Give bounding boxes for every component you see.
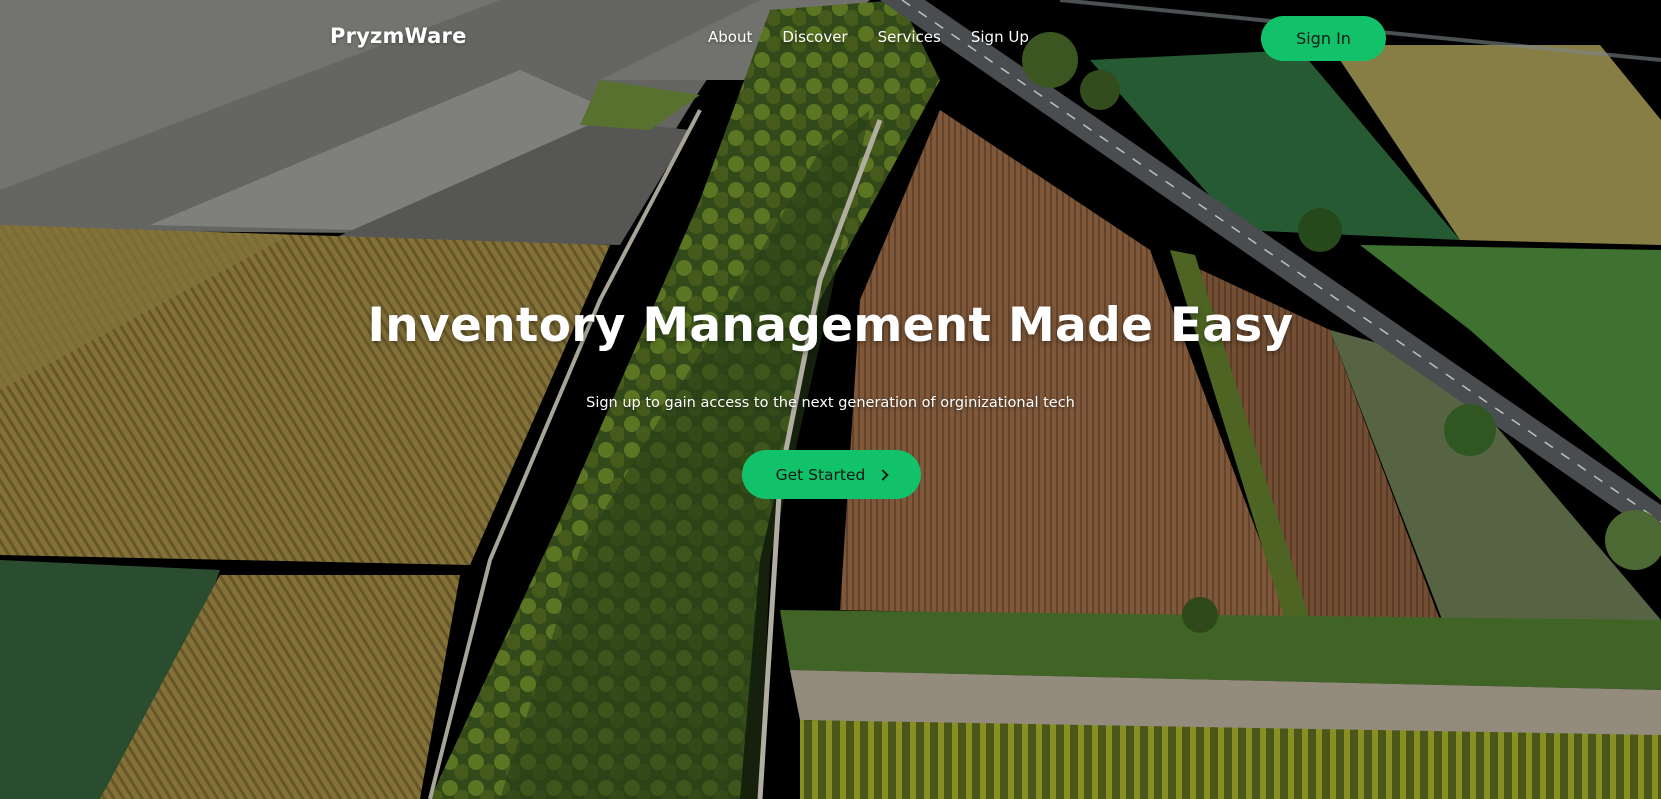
get-started-label: Get Started	[775, 465, 866, 484]
nav-links: About Discover Services Sign Up	[708, 28, 1059, 46]
sign-in-button[interactable]: Sign In	[1261, 16, 1386, 61]
chevron-right-icon	[877, 468, 890, 481]
brand-logo[interactable]: PryzmWare	[330, 24, 467, 48]
get-started-button[interactable]: Get Started	[742, 450, 921, 499]
nav-link-services[interactable]: Services	[878, 28, 941, 46]
hero-section: PryzmWare About Discover Services Sign U…	[0, 0, 1661, 799]
nav-link-about[interactable]: About	[708, 28, 752, 46]
hero-subtitle: Sign up to gain access to the next gener…	[586, 395, 1075, 411]
top-navbar: PryzmWare About Discover Services Sign U…	[0, 0, 1661, 78]
nav-link-sign-up[interactable]: Sign Up	[971, 28, 1029, 46]
nav-link-discover[interactable]: Discover	[782, 28, 847, 46]
hero-title: Inventory Management Made Easy	[367, 298, 1294, 353]
